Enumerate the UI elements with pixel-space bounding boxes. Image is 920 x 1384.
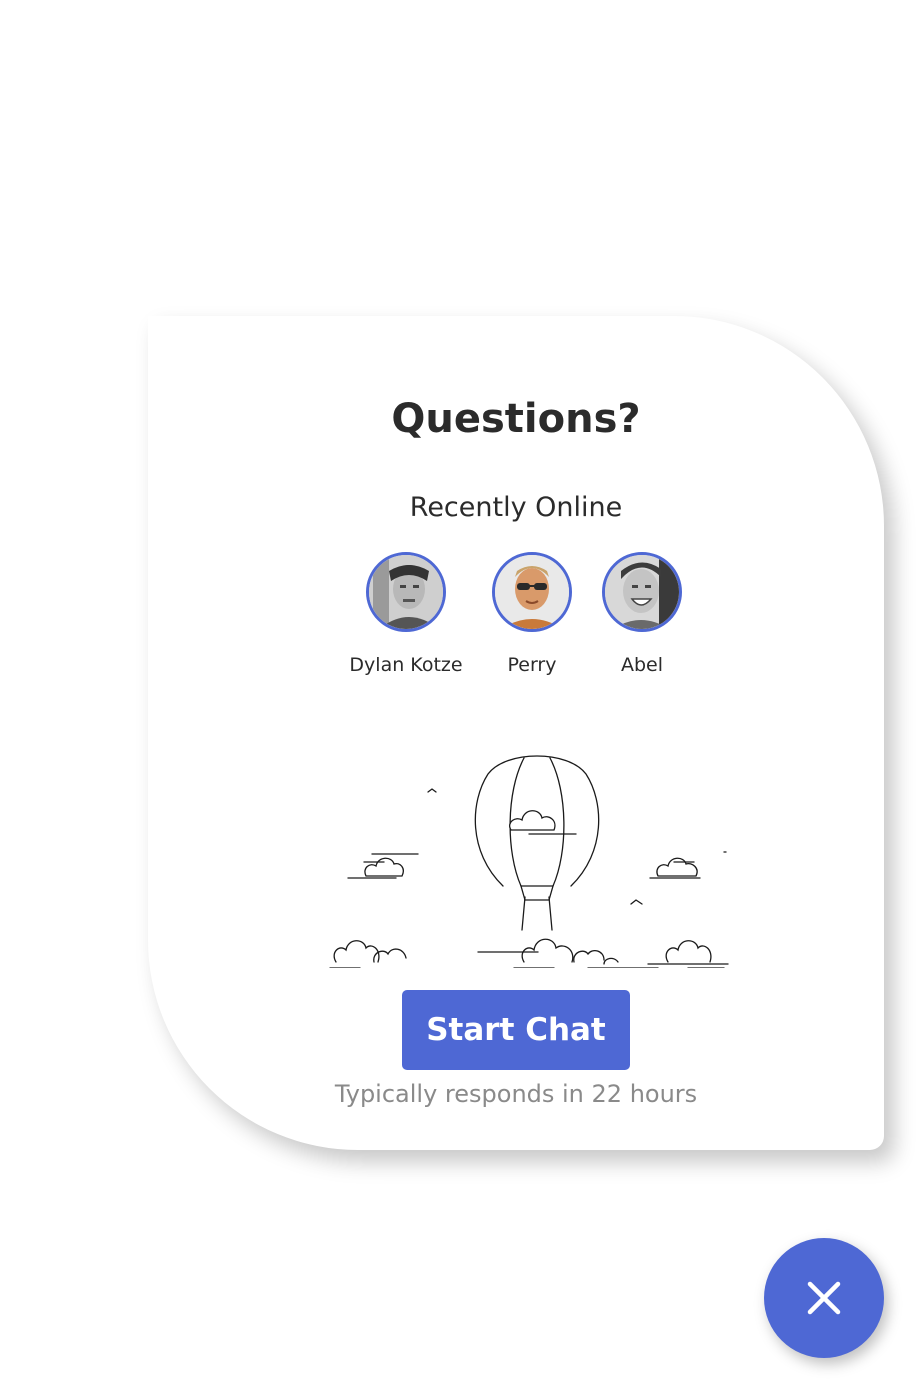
close-button[interactable] xyxy=(764,1238,884,1358)
avatar xyxy=(366,552,446,632)
chat-widget-card: Questions? Recently Online Dylan Kotze P… xyxy=(148,316,884,1150)
close-icon xyxy=(807,1281,841,1315)
recently-online-label: Recently Online xyxy=(409,492,623,523)
person-photo-icon xyxy=(605,555,679,629)
widget-title: Questions? xyxy=(391,396,641,442)
agent-abel: Abel xyxy=(562,552,722,676)
avatar xyxy=(492,552,572,632)
agent-name: Abel xyxy=(620,654,664,676)
start-chat-button[interactable]: Start Chat xyxy=(402,990,630,1070)
person-photo-icon xyxy=(369,555,443,629)
avatar xyxy=(602,552,682,632)
hot-air-balloon-illustration xyxy=(329,755,729,968)
person-photo-icon xyxy=(495,555,569,629)
response-time-text: Typically responds in 22 hours xyxy=(334,1080,698,1108)
